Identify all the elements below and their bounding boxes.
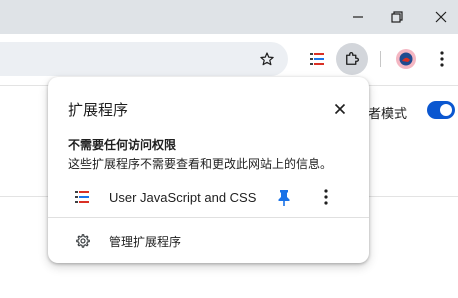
manage-extensions-label: 管理扩展程序 bbox=[109, 235, 182, 249]
extensions-popup: 扩展程序 不需要任何访问权限 这些扩展程序不需要查看和更改此网站上的信息。 Us… bbox=[48, 77, 369, 263]
close-window-button[interactable] bbox=[419, 0, 458, 34]
extension-name: User JavaScript and CSS bbox=[109, 190, 257, 205]
kebab-menu-icon bbox=[440, 51, 444, 67]
extension-more-button[interactable] bbox=[314, 185, 338, 209]
user-js-css-icon bbox=[75, 191, 89, 203]
toggle-knob bbox=[440, 104, 452, 116]
extensions-menu-button[interactable] bbox=[336, 43, 368, 75]
pin-icon bbox=[278, 190, 290, 206]
toolbar-separator bbox=[380, 51, 381, 67]
user-js-css-icon bbox=[310, 53, 324, 65]
user-js-css-toolbar-button[interactable] bbox=[301, 43, 333, 75]
restore-button[interactable] bbox=[375, 0, 419, 34]
manage-extensions-item[interactable]: 管理扩展程序 bbox=[48, 227, 369, 255]
profile-avatar-icon bbox=[396, 49, 416, 69]
gear-icon bbox=[76, 234, 90, 248]
popup-close-button[interactable] bbox=[328, 97, 352, 121]
bookmark-star-button[interactable] bbox=[251, 43, 283, 75]
star-icon bbox=[260, 52, 274, 66]
chrome-menu-button[interactable] bbox=[426, 43, 458, 75]
close-icon bbox=[435, 11, 447, 23]
puzzle-icon bbox=[346, 52, 359, 65]
close-icon bbox=[334, 103, 346, 115]
address-bar[interactable] bbox=[0, 42, 288, 76]
title-bar bbox=[0, 0, 458, 34]
popup-divider bbox=[48, 217, 369, 218]
profile-button[interactable] bbox=[390, 43, 422, 75]
minimize-icon bbox=[353, 16, 363, 18]
page-setting-label: 者模式 bbox=[368, 106, 408, 121]
popup-title: 扩展程序 bbox=[68, 102, 129, 119]
kebab-menu-icon bbox=[324, 189, 328, 205]
minimize-button[interactable] bbox=[336, 0, 380, 34]
pin-extension-button[interactable] bbox=[272, 185, 296, 209]
setting-toggle[interactable] bbox=[427, 101, 455, 119]
section-description: 这些扩展程序不需要查看和更改此网站上的信息。 bbox=[68, 157, 333, 171]
restore-icon bbox=[391, 11, 403, 23]
section-heading: 不需要任何访问权限 bbox=[68, 138, 177, 152]
extension-row[interactable]: User JavaScript and CSS bbox=[48, 181, 369, 213]
